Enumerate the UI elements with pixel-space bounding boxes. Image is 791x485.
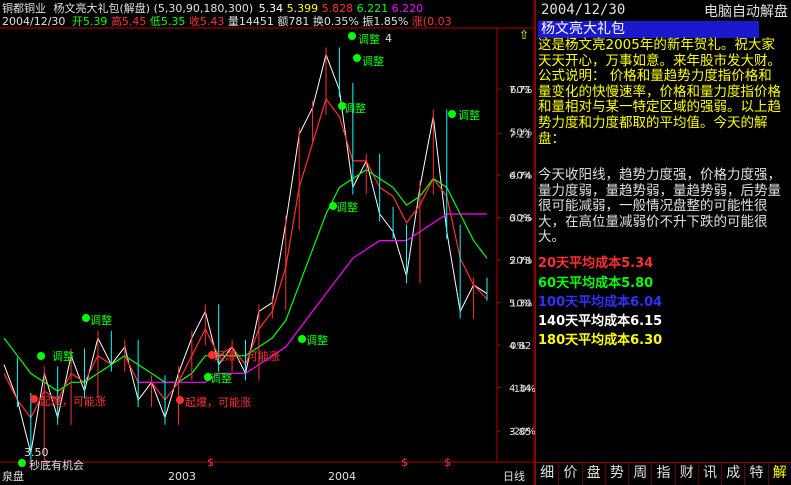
val-1: 5.34	[258, 2, 284, 15]
volume-value: 量14451	[227, 15, 274, 28]
bottom-signal-dot	[18, 459, 26, 467]
pct-tick-label: 60%	[510, 85, 532, 96]
indicator-name[interactable]: 杨文亮大礼包(解盘)	[54, 2, 151, 15]
annotation-bottom-chance: 秒底有机会	[29, 459, 84, 472]
pct-tick-label: -20%	[510, 426, 535, 437]
annotation-breakout-3: 起爆，可能涨	[214, 350, 280, 363]
pct-tick-label: 40%	[510, 170, 532, 181]
pct-tick-label: 10%	[510, 298, 532, 309]
adjust-signal-dot	[298, 335, 306, 343]
side-date: 2004/12/30	[541, 2, 626, 18]
tab-quote[interactable]: 盘	[583, 463, 606, 485]
turnover-value: 换0.35%	[312, 15, 359, 28]
formula-description: 这是杨文亮2005年的新年贺礼。祝大家天天开心，万事如意。来年股市发大财。 公式…	[538, 37, 781, 147]
x-label-daily[interactable]: 日线	[503, 470, 525, 483]
chart-canvas[interactable]: 7.717.216.746.265.785.304.824.343.8560%5…	[0, 0, 535, 485]
val-5: 6.220	[391, 2, 424, 15]
val-2: 5.399	[286, 2, 319, 15]
pct-tick-label: -10%	[510, 384, 535, 395]
dividend-marker: $	[444, 456, 451, 469]
bottom-tab-bar: 细 价 盘 势 周 指 财 讯 成 特 解	[536, 462, 791, 485]
side-panel: 2004/12/30 电脑自动解盘 杨文亮大礼包 这是杨文亮2005年的新年贺礼…	[535, 0, 791, 485]
adjust-signal-dot	[348, 32, 356, 40]
stock-name[interactable]: 铜都铜业	[2, 2, 46, 15]
adjust-signal-dot	[448, 110, 456, 118]
tab-cost[interactable]: 成	[722, 463, 746, 485]
tab-news[interactable]: 讯	[699, 463, 723, 485]
pct-tick-label: 20%	[510, 256, 532, 267]
x-label-2004: 2004	[328, 470, 356, 483]
annotation-adjust-8: 调整	[362, 55, 384, 68]
breakout-signal-dot	[176, 396, 184, 404]
annotation-adjust-9: 调整	[458, 109, 480, 122]
dividend-marker: $	[207, 456, 214, 469]
tab-analysis[interactable]: 解	[769, 463, 791, 485]
annotation-top-value: 4	[385, 32, 392, 45]
high-value: 高5.45	[110, 15, 147, 28]
open-value: 开5.39	[71, 15, 108, 28]
annotation-adjust-3: 调整	[210, 372, 232, 385]
pct-tick-label: 0%	[510, 341, 526, 352]
adjust-signal-dot	[37, 352, 45, 360]
kline-chart-area[interactable]: 7.71 7.21 6.74 6.26 5.78 5.30 4.82 4.34 3.85 60% 5…	[0, 0, 535, 485]
cost-line-100: 100天平均成本6.04	[538, 295, 663, 310]
val-3: 5.828	[321, 2, 354, 15]
pct-tick-label: 50%	[510, 128, 532, 139]
annotation-breakout-2: 起爆，可能涨	[185, 396, 251, 409]
tab-special[interactable]: 特	[745, 463, 769, 485]
analysis-text: 今天收阳线，趋势力度强，价格力度强，量力度弱，量趋势弱，量趋势弱，后势量很可能减…	[538, 167, 781, 246]
x-label-2003: 2003	[168, 470, 196, 483]
auto-analysis-title[interactable]: 电脑自动解盘	[704, 1, 788, 21]
formula-title[interactable]: 杨文亮大礼包	[538, 21, 759, 38]
tab-price[interactable]: 价	[559, 463, 583, 485]
side-header: 2004/12/30 电脑自动解盘	[536, 0, 791, 20]
scroll-up-icon[interactable]: ⇧	[519, 28, 529, 42]
annotation-adjust-4: 调整	[306, 334, 328, 347]
tab-detail[interactable]: 细	[536, 463, 560, 485]
pct-tick-label: 30%	[510, 213, 532, 224]
indicator-params: (5,30,90,180,300)	[153, 2, 254, 15]
chart-header-line1: 铜都铜业 杨文亮大礼包(解盘) (5,30,90,180,300) 5.34 5…	[2, 2, 423, 15]
tab-week[interactable]: 周	[629, 463, 653, 485]
cost-line-180: 180天平均成本6.30	[538, 333, 663, 348]
cost-line-60: 60天平均成本5.80	[538, 276, 654, 291]
amount-value: 额781	[277, 15, 310, 28]
adjust-signal-dot	[82, 314, 90, 322]
change-value: 涨(0.03	[411, 15, 452, 28]
tab-finance[interactable]: 财	[676, 463, 699, 485]
close-value: 收5.43	[188, 15, 225, 28]
dividend-marker: $	[401, 456, 408, 469]
annotation-adjust-6: 调整	[344, 102, 366, 115]
header-date: 2004/12/30	[2, 15, 66, 28]
val-4: 6.221	[356, 2, 389, 15]
cost-line-20: 20天平均成本5.34	[538, 256, 654, 271]
tab-index[interactable]: 指	[652, 463, 676, 485]
x-label-left: 泉盘	[2, 470, 24, 483]
low-value: 低5.35	[149, 15, 186, 28]
adjust-signal-dot	[353, 54, 361, 62]
breakout-signal-dot	[30, 395, 38, 403]
tab-trend[interactable]: 势	[606, 463, 630, 485]
annotation-adjust-5: 调整	[336, 201, 358, 214]
chart-header-line2: 2004/12/30 开5.39 高5.45 低5.35 收5.43 量1445…	[2, 15, 452, 28]
amplitude-value: 振1.85%	[362, 15, 409, 28]
cost-line-140: 140天平均成本6.15	[538, 314, 663, 329]
annotation-adjust-2: 调整	[90, 314, 112, 327]
annotation-adjust-1: 调整	[52, 350, 74, 363]
annotation-adjust-7: 调整	[358, 33, 380, 46]
annotation-breakout-1: 起爆，可能涨	[40, 395, 106, 408]
